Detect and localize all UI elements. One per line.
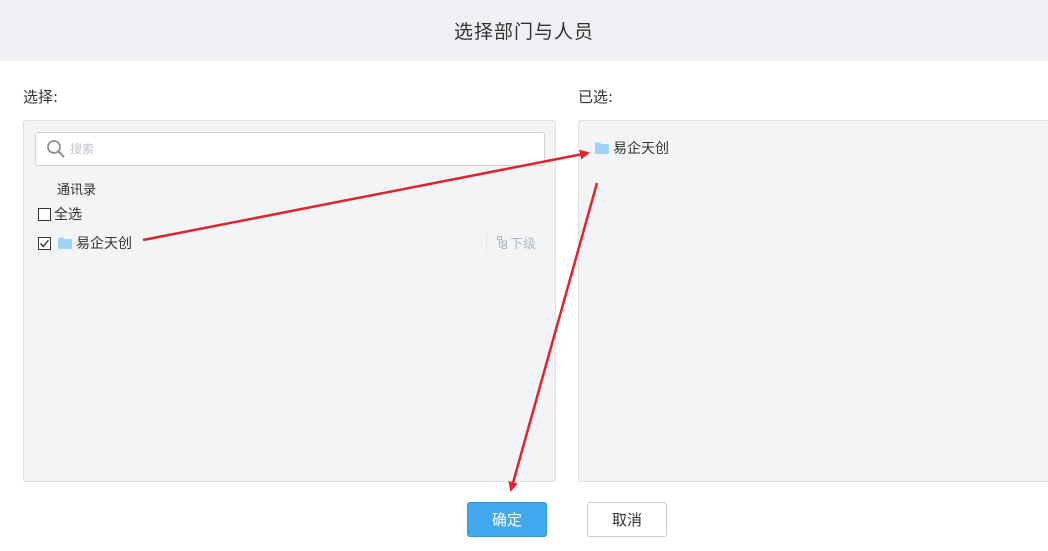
- cancel-button[interactable]: 取消: [587, 502, 667, 537]
- select-all-label: 全选: [54, 207, 82, 223]
- dialog-title: 选择部门与人员: [0, 0, 1048, 61]
- selected-panel: 易企天创: [578, 120, 1048, 482]
- dept-row[interactable]: 易企天创 下级: [38, 233, 546, 253]
- selected-item[interactable]: 易企天创: [595, 138, 669, 158]
- picker-panel: 通讯录 全选 易企天创 下级: [23, 120, 556, 482]
- select-all-checkbox[interactable]: [38, 207, 51, 221]
- selected-label: 已选:: [578, 88, 614, 106]
- search-input[interactable]: [70, 142, 490, 156]
- confirm-button[interactable]: 确定: [467, 502, 547, 537]
- checkmark-icon: [39, 239, 50, 248]
- sub-level-button[interactable]: 下级: [485, 233, 536, 252]
- search-box[interactable]: [35, 132, 545, 166]
- search-icon: [47, 140, 65, 158]
- dept-checkbox[interactable]: [38, 236, 51, 250]
- select-all-row[interactable]: 全选: [38, 204, 82, 224]
- folder-icon: [58, 237, 72, 249]
- sub-level-label: 下级: [509, 236, 536, 252]
- folder-icon: [595, 142, 609, 154]
- tree-root-contacts[interactable]: 通讯录: [57, 179, 96, 198]
- org-tree-icon: [496, 235, 507, 249]
- dept-label: 易企天创: [76, 236, 132, 252]
- selected-item-label: 易企天创: [613, 141, 669, 157]
- picker-label: 选择:: [23, 88, 59, 106]
